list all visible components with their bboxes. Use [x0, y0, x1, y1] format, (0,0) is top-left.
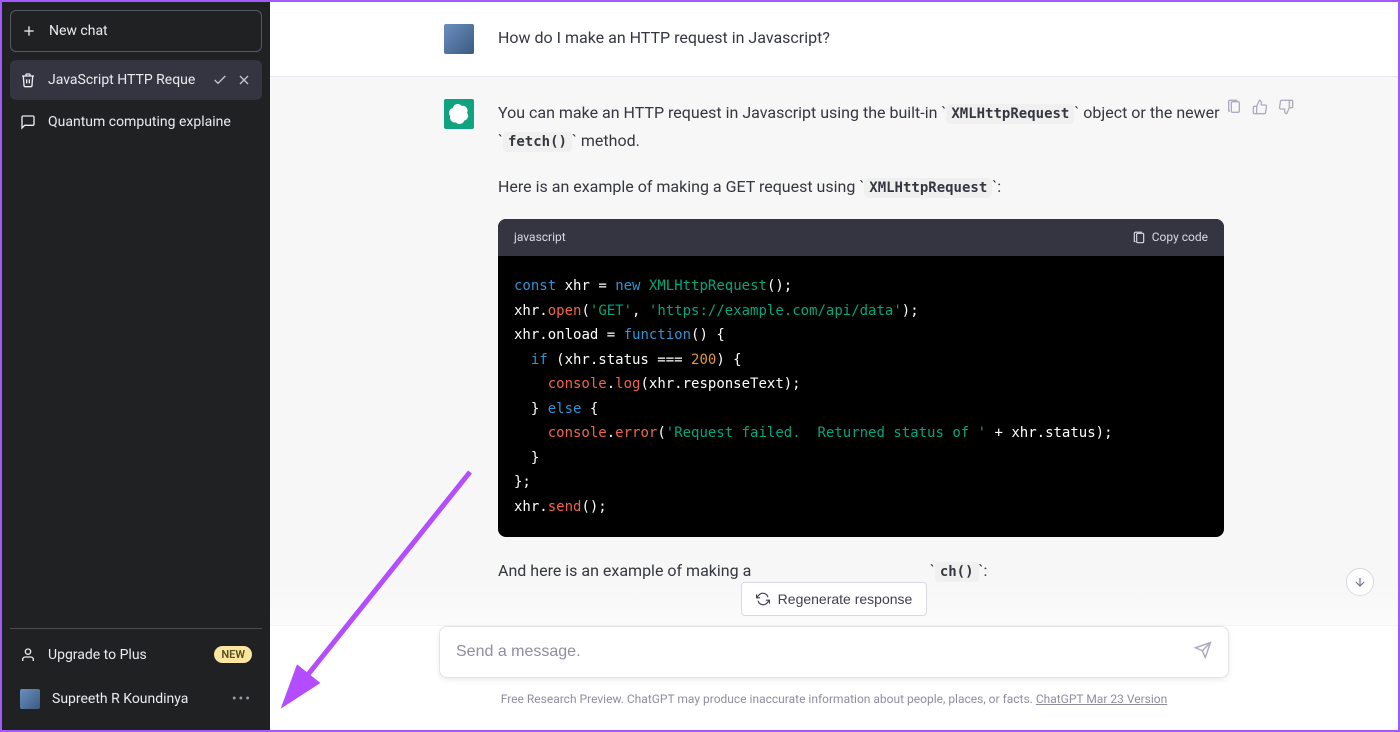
conversation-label: JavaScript HTTP Reque — [48, 72, 200, 88]
text: Here is an example of making a GET reque… — [498, 177, 859, 196]
message-feedback — [1226, 99, 1294, 115]
upgrade-label: Upgrade to Plus — [48, 647, 147, 663]
footnote: Free Research Preview. ChatGPT may produ… — [501, 692, 1168, 706]
thumbs-up-icon[interactable] — [1252, 99, 1268, 115]
conversation-list: JavaScript HTTP Reque Quantum computing … — [10, 60, 262, 628]
more-icon: ••• — [232, 691, 252, 707]
user-icon — [20, 647, 36, 663]
sidebar-footer: Upgrade to Plus NEW Supreeth R Koundinya… — [10, 628, 262, 722]
user-menu-button[interactable]: Supreeth R Koundinya ••• — [10, 676, 262, 722]
inline-code: XMLHttpRequest — [864, 178, 992, 198]
user-avatar-icon — [20, 689, 40, 709]
sidebar: New chat JavaScript HTTP Reque Quantum c… — [2, 2, 270, 730]
trash-icon — [20, 72, 36, 88]
code-body: const xhr = new XMLHttpRequest(); xhr.op… — [498, 256, 1224, 537]
copy-code-button[interactable]: Copy code — [1132, 227, 1208, 248]
inline-code: XMLHttpRequest — [946, 104, 1074, 124]
user-message-text: How do I make an HTTP request in Javascr… — [498, 24, 1224, 54]
send-icon — [1194, 641, 1212, 659]
regenerate-button[interactable]: Regenerate response — [741, 582, 928, 616]
code-block: javascript Copy code const xhr = new XML… — [498, 219, 1224, 537]
clipboard-icon — [1132, 231, 1146, 245]
assistant-message: You can make an HTTP request in Javascri… — [270, 76, 1398, 626]
plus-icon — [21, 23, 37, 39]
new-badge: NEW — [214, 646, 252, 663]
assistant-message-body: You can make an HTTP request in Javascri… — [498, 99, 1224, 603]
upgrade-button[interactable]: Upgrade to Plus NEW — [10, 633, 262, 676]
send-button[interactable] — [1194, 641, 1212, 663]
regenerate-label: Regenerate response — [778, 591, 913, 607]
assistant-avatar-icon — [444, 99, 474, 129]
message-composer — [439, 626, 1229, 678]
text: And here is an example of making a — [498, 561, 751, 580]
chat-icon — [20, 114, 36, 130]
conversation-label: Quantum computing explaine — [48, 114, 252, 130]
refresh-icon — [756, 592, 770, 606]
user-message: How do I make an HTTP request in Javascr… — [270, 2, 1398, 76]
new-chat-button[interactable]: New chat — [10, 10, 262, 52]
user-avatar-icon — [444, 24, 474, 54]
copy-code-label: Copy code — [1152, 227, 1208, 248]
text: object or the newer — [1079, 103, 1219, 122]
check-icon[interactable] — [212, 72, 228, 88]
text: : — [997, 177, 1001, 196]
code-lang-label: javascript — [514, 227, 566, 248]
text: method. — [577, 131, 640, 150]
message-input[interactable] — [456, 643, 1194, 661]
clipboard-icon[interactable] — [1226, 99, 1242, 115]
new-chat-label: New chat — [49, 23, 108, 39]
inline-code: fetch() — [503, 132, 572, 152]
sidebar-item-conversation[interactable]: Quantum computing explaine — [10, 102, 262, 142]
text: : — [984, 561, 988, 580]
footnote-link[interactable]: ChatGPT Mar 23 Version — [1036, 692, 1167, 706]
footnote-text: Free Research Preview. ChatGPT may produ… — [501, 692, 1036, 706]
sidebar-item-conversation[interactable]: JavaScript HTTP Reque — [10, 60, 262, 100]
close-icon[interactable] — [236, 72, 252, 88]
thumbs-down-icon[interactable] — [1278, 99, 1294, 115]
inline-code: ch() — [935, 562, 979, 582]
main-panel: How do I make an HTTP request in Javascr… — [270, 2, 1398, 730]
composer-area: Regenerate response Free Research Previe… — [270, 582, 1398, 730]
user-name: Supreeth R Koundinya — [52, 691, 188, 707]
text: You can make an HTTP request in Javascri… — [498, 103, 941, 122]
